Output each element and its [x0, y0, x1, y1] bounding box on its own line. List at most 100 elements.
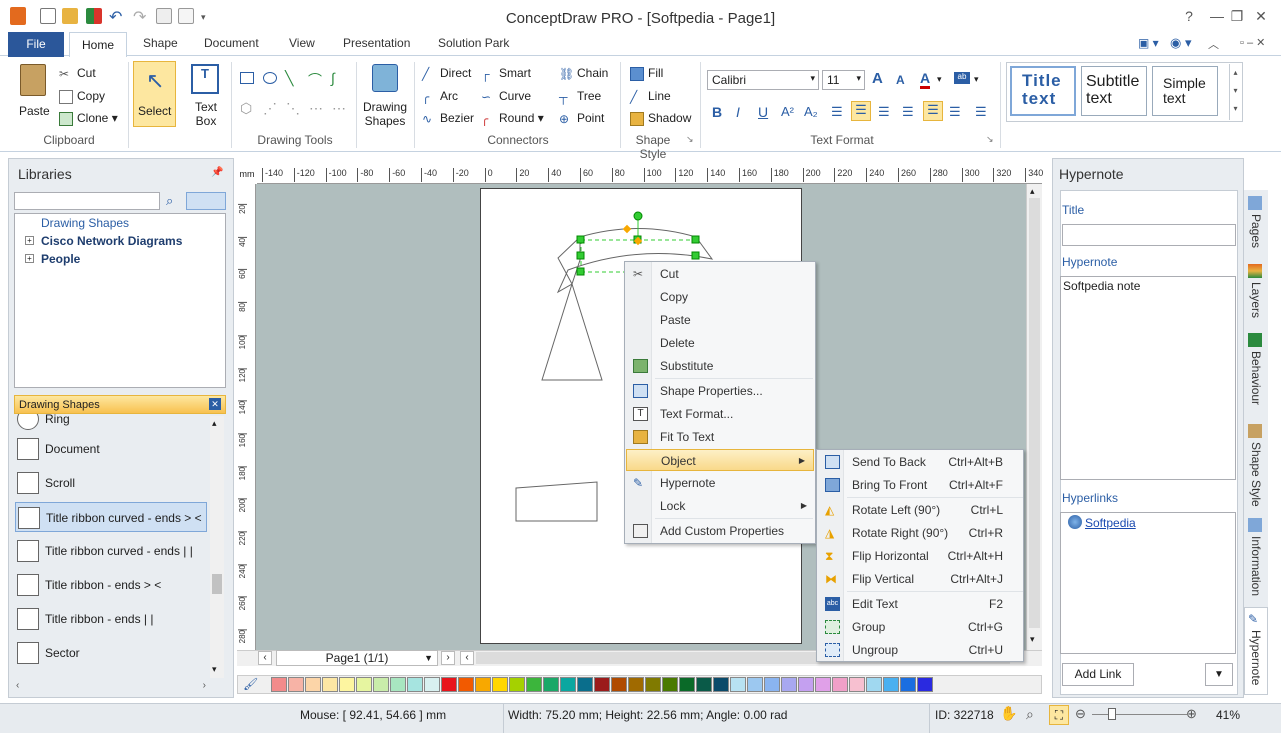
curve-tool-icon[interactable]: ∫ [331, 70, 335, 86]
library-hscroll[interactable]: ‹ › [14, 680, 226, 694]
scroll-up-icon[interactable]: ▴ [212, 418, 217, 429]
curve-connector-button[interactable]: ∽ Curve [481, 89, 531, 104]
color-swatch[interactable] [526, 677, 542, 692]
color-swatch[interactable] [764, 677, 780, 692]
subscript-icon[interactable]: A₂ [804, 104, 818, 119]
align-center-icon[interactable]: ☰ [851, 101, 871, 121]
active-library-header[interactable]: Drawing Shapes ✕ [14, 395, 226, 414]
menu-item-cut[interactable]: ✂ Cut [625, 263, 815, 285]
search-icon[interactable]: ⌕ [166, 193, 173, 209]
select-button[interactable]: ↖ Select [133, 61, 176, 127]
scroll-right-icon[interactable]: › [203, 680, 206, 691]
side-tab-information[interactable]: Information [1249, 536, 1263, 596]
side-tab-hypernote[interactable]: Hypernote [1249, 630, 1263, 685]
font-size-select[interactable]: 11 ▾ [822, 70, 865, 90]
menu-item-delete[interactable]: Delete [625, 332, 815, 354]
scrollbar-thumb[interactable] [212, 574, 222, 594]
library-item[interactable]: Title ribbon - ends | | [15, 604, 207, 634]
bold-icon[interactable]: B [712, 104, 722, 120]
clone-button[interactable]: Clone ▾ [59, 111, 118, 126]
copy-button[interactable]: Copy [59, 89, 105, 104]
library-item[interactable]: Sector [15, 638, 207, 668]
freehand-tool-icon[interactable]: ⋱ [286, 100, 300, 117]
side-tab-pages[interactable]: Pages [1249, 214, 1263, 248]
superscript-icon[interactable]: A² [781, 104, 794, 119]
pin-icon[interactable]: 📌 [211, 167, 223, 178]
menu-item-ungroup[interactable]: Ungroup Ctrl+U [817, 639, 1023, 661]
color-swatch[interactable] [543, 677, 559, 692]
menu-item-fit-to-text[interactable]: Fit To Text [625, 426, 815, 448]
smart-connector-button[interactable]: ┌ Smart [481, 66, 531, 81]
text-highlight-icon[interactable]: ab [954, 72, 970, 84]
title-text-style[interactable]: Title text [1010, 66, 1076, 116]
drawing-shapes-icon[interactable] [372, 64, 398, 92]
color-swatch[interactable] [322, 677, 338, 692]
color-swatch[interactable] [900, 677, 916, 692]
menu-item-object[interactable]: Object ▶ [626, 449, 814, 471]
library-search-input[interactable] [14, 192, 160, 210]
color-swatch[interactable] [594, 677, 610, 692]
direct-connector-button[interactable]: ╱ Direct [422, 66, 471, 81]
color-swatch[interactable] [628, 677, 644, 692]
italic-icon[interactable]: I [736, 104, 740, 120]
menu-item-shape-properties[interactable]: Shape Properties... [625, 380, 815, 402]
align-bottom-icon[interactable]: ☰ [975, 104, 987, 120]
color-swatch[interactable] [339, 677, 355, 692]
chain-connector-button[interactable]: ⛓ Chain [559, 66, 608, 81]
help-icon[interactable]: ? [1175, 5, 1203, 27]
color-swatch[interactable] [832, 677, 848, 692]
align-top-icon[interactable]: ☰ [923, 101, 943, 121]
library-item[interactable]: Ring [15, 414, 207, 434]
side-tab-shape-style[interactable]: Shape Style [1249, 442, 1263, 507]
tab-presentation[interactable]: Presentation [343, 36, 410, 56]
ellipse-tool-icon[interactable] [263, 72, 277, 84]
point-connector-button[interactable]: ⊕ Point [559, 111, 604, 126]
justify-icon[interactable]: ☰ [902, 104, 914, 120]
tab-view[interactable]: View [289, 36, 315, 56]
menu-item-rotate-left[interactable]: ◭ Rotate Left (90°) Ctrl+L [817, 499, 1023, 521]
menu-item-hypernote[interactable]: ✎ Hypernote [625, 472, 815, 494]
color-swatch[interactable] [781, 677, 797, 692]
arc-connector-button[interactable]: ╭ Arc [422, 89, 458, 104]
zoom-tool-icon[interactable]: ⌕ [1026, 706, 1034, 723]
spline-tool-icon[interactable]: ⋯ [332, 100, 346, 117]
arc-tool-icon[interactable]: ⌒ [308, 70, 322, 90]
color-swatch[interactable] [407, 677, 423, 692]
menu-item-rotate-right[interactable]: ◮ Rotate Right (90°) Ctrl+R [817, 522, 1023, 544]
palette-menu-icon[interactable]: 🖌 [243, 677, 258, 691]
color-swatch[interactable] [475, 677, 491, 692]
menu-item-flip-vertical[interactable]: ⧓ Flip Vertical Ctrl+Alt+J [817, 568, 1023, 590]
collapse-ribbon-icon[interactable]: ︿ [1208, 36, 1219, 52]
paste-icon[interactable] [20, 64, 46, 96]
bezier-tool-icon[interactable]: ⋯ [309, 100, 323, 117]
underline-icon[interactable]: U [758, 104, 768, 120]
side-tab-layers[interactable]: Layers [1249, 282, 1263, 318]
color-swatch[interactable] [356, 677, 372, 692]
color-swatch[interactable] [917, 677, 933, 692]
menu-item-edit-text[interactable]: abc Edit Text F2 [817, 593, 1023, 615]
hscroll-left-icon[interactable]: ‹ [460, 651, 474, 665]
color-swatch[interactable] [611, 677, 627, 692]
link-options-icon[interactable]: ▼ [1205, 663, 1233, 686]
color-swatch[interactable] [747, 677, 763, 692]
expand-icon[interactable]: + [25, 254, 34, 263]
color-swatch[interactable] [815, 677, 831, 692]
hypernote-note-textarea[interactable]: Softpedia note [1060, 276, 1236, 480]
color-swatch[interactable] [509, 677, 525, 692]
menu-item-flip-horizontal[interactable]: ⧗ Flip Horizontal Ctrl+Alt+H [817, 545, 1023, 567]
simple-text-style[interactable]: Simple text [1152, 66, 1218, 116]
add-link-button[interactable]: Add Link [1062, 663, 1134, 686]
gallery-scroll[interactable]: ▴ ▾ ▾ [1229, 64, 1241, 120]
text-format-launcher-icon[interactable]: ↘ [986, 134, 994, 145]
shadow-button[interactable]: Shadow [630, 111, 691, 126]
library-item[interactable]: Title ribbon - ends > < [15, 570, 207, 600]
color-swatch[interactable] [288, 677, 304, 692]
font-color-icon[interactable]: A [920, 70, 931, 89]
library-item[interactable]: Document [15, 434, 207, 464]
zoom-slider-track[interactable] [1092, 714, 1187, 715]
polyline-tool-icon[interactable]: ⋰ [263, 100, 277, 117]
color-swatch[interactable] [271, 677, 287, 692]
line-tool-icon[interactable]: ╲ [285, 70, 293, 87]
close-button[interactable]: ✕ [1247, 5, 1275, 27]
menu-item-substitute[interactable]: Substitute [625, 355, 815, 377]
